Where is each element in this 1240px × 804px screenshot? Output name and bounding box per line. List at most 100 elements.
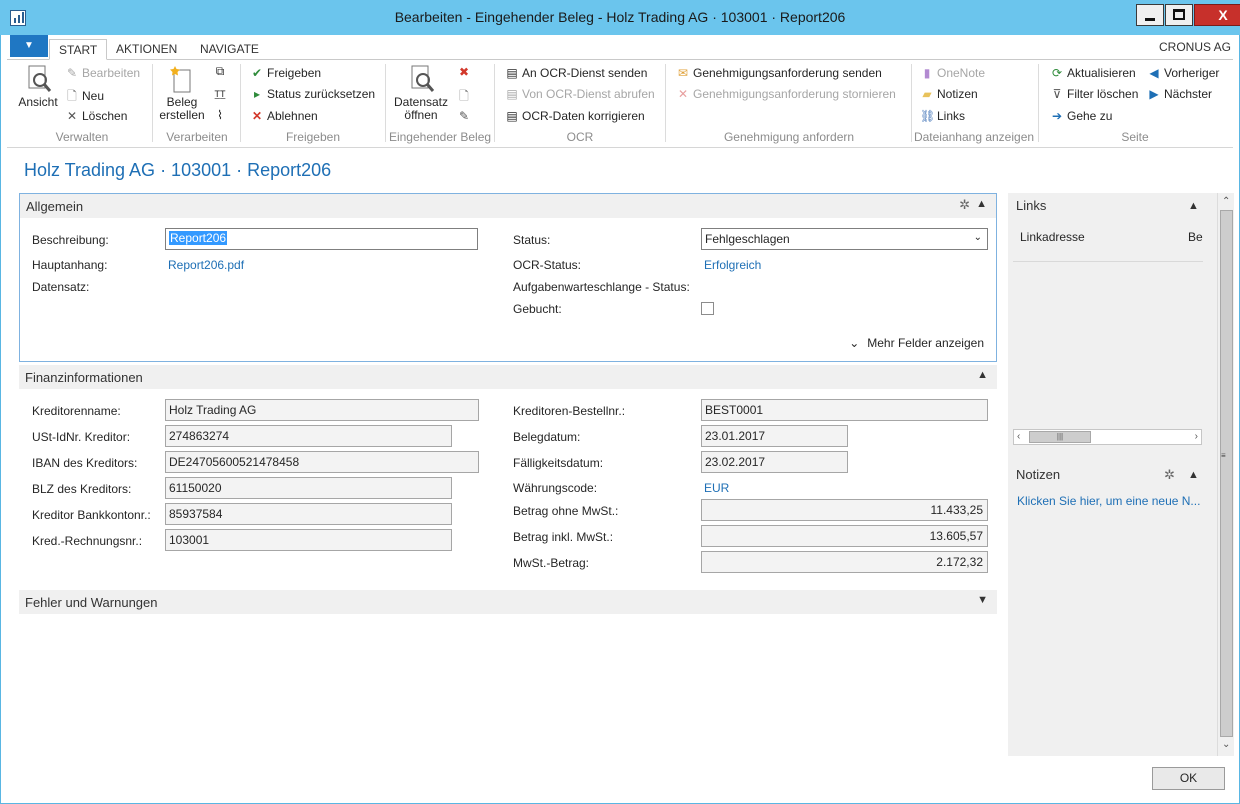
chevron-right-icon[interactable]: ›	[1195, 431, 1198, 442]
ocr-status-value[interactable]: Erfolgreich	[704, 258, 761, 272]
minimize-button[interactable]	[1136, 4, 1164, 26]
new-record-button[interactable]: 🗋	[457, 87, 474, 108]
rechnungsnr-field[interactable]: 103001	[165, 529, 452, 551]
group-label-genehmigung: Genehmigung anfordern	[723, 130, 855, 144]
close-button[interactable]: X	[1194, 4, 1240, 26]
ok-button[interactable]: OK	[1152, 767, 1225, 790]
mwst-betrag-field[interactable]: 2.172,32	[701, 551, 988, 573]
notizen-factbox-header[interactable]: Notizen	[1016, 467, 1060, 482]
checkmark-icon: ✔	[251, 66, 263, 80]
waehrungscode-value[interactable]: EUR	[704, 481, 729, 495]
filter-loeschen-button[interactable]: ⊽ Filter löschen	[1050, 87, 1139, 101]
gebucht-checkbox[interactable]	[701, 302, 714, 315]
window-title: Bearbeiten - Eingehender Beleg - Holz Tr…	[394, 9, 846, 25]
chevron-up-icon[interactable]: ▲	[976, 198, 987, 210]
chevron-down-icon[interactable]: ▼	[977, 594, 988, 606]
kreditorenname-field[interactable]: Holz Trading AG	[165, 399, 479, 421]
neu-button[interactable]: 🗋 Neu	[65, 87, 104, 108]
group-label-verwalten: Verwalten	[55, 130, 109, 144]
von-ocr-abrufen-button[interactable]: ▤ Von OCR-Dienst abrufen	[505, 87, 654, 101]
loeschen-button[interactable]: ✕ Löschen	[65, 109, 127, 123]
chevron-up-icon[interactable]: ▲	[1188, 469, 1199, 481]
status-select[interactable]: Fehlgeschlagen ⌄	[701, 228, 988, 250]
ansicht-button[interactable]: Ansicht	[15, 64, 61, 109]
links-button[interactable]: ⛓ Links	[920, 109, 965, 123]
map-icon-button[interactable]: ⧉	[213, 64, 230, 79]
gear-icon[interactable]: ✲	[959, 197, 970, 213]
status-label: Status:	[513, 233, 551, 247]
minimize-icon	[1145, 18, 1155, 21]
vorheriger-button[interactable]: ◀ Vorheriger	[1147, 66, 1219, 80]
vertical-scrollbar[interactable]: ⌃ ≡ ⌄	[1217, 193, 1234, 756]
belegdatum-field[interactable]: 23.01.2017	[701, 425, 848, 447]
genehmigung-stornieren-button[interactable]: ✕ Genehmigungsanforderung stornieren	[676, 87, 896, 101]
neue-notiz-link[interactable]: Klicken Sie hier, um eine neue N...	[1017, 494, 1200, 508]
beschreibung-input[interactable]: Report206	[165, 228, 478, 250]
group-label-dateianhang: Dateianhang anzeigen	[913, 130, 1035, 144]
freigeben-button[interactable]: ✔ Freigeben	[250, 66, 321, 80]
ocr-korrigieren-button[interactable]: ▤ OCR-Daten korrigieren	[505, 109, 644, 123]
edit-record-button[interactable]: ✎	[457, 109, 474, 123]
scrollbar-thumb[interactable]: |||	[1029, 431, 1091, 443]
company-name[interactable]: CRONUS AG	[1159, 40, 1231, 54]
links-horizontal-scrollbar[interactable]: ‹ ||| ›	[1013, 429, 1202, 445]
tab-aktionen[interactable]: AKTIONEN	[107, 39, 186, 60]
finanzinformationen-header[interactable]: Finanzinformationen ▲	[19, 365, 997, 389]
an-ocr-senden-button[interactable]: ▤ An OCR-Dienst senden	[505, 66, 647, 80]
links-column-header-2[interactable]: Be	[1188, 230, 1203, 244]
mehr-felder-button[interactable]: ⌄ Mehr Felder anzeigen	[849, 336, 984, 350]
delete-icon: ✕	[66, 109, 78, 123]
tab-navigate[interactable]: NAVIGATE	[191, 39, 268, 60]
ribbon-separator	[911, 64, 912, 142]
bearbeiten-button[interactable]: ✎ Bearbeiten	[65, 66, 140, 80]
onenote-button[interactable]: ▮ OneNote	[920, 66, 985, 80]
links-factbox-header[interactable]: Links	[1016, 198, 1046, 213]
ablehnen-button[interactable]: ✕ Ablehnen	[250, 109, 318, 123]
gear-icon[interactable]: ✲	[1164, 467, 1175, 483]
ustid-field[interactable]: 274863274	[165, 425, 452, 447]
hauptanhang-link[interactable]: Report206.pdf	[168, 258, 244, 272]
naechster-button[interactable]: ▶ Nächster	[1147, 87, 1212, 101]
paperclip-icon: ⌇	[217, 108, 223, 122]
attach-button[interactable]: ⌇	[213, 108, 230, 122]
ocr-status-label: OCR-Status:	[513, 258, 582, 272]
allgemein-header[interactable]: Allgemein ✲ ▲	[20, 194, 996, 218]
blz-field[interactable]: 61150020	[165, 477, 452, 499]
chevron-left-icon[interactable]: ‹	[1017, 431, 1020, 442]
ttt-icon-button[interactable]: T̲T̲	[213, 86, 230, 100]
fehler-warnungen-header[interactable]: Fehler und Warnungen ▼	[19, 590, 997, 614]
iban-field[interactable]: DE24705600521478458	[165, 451, 479, 473]
notes-icon: ▰	[922, 87, 932, 101]
chevron-up-icon[interactable]: ▲	[977, 369, 988, 381]
datensatz-oeffnen-button[interactable]: Datensatz öffnen	[391, 64, 451, 122]
group-label-eingehender-beleg: Eingehender Beleg	[388, 130, 492, 144]
scrollbar-thumb[interactable]	[1220, 210, 1233, 737]
chevron-down-icon[interactable]: ⌄	[1222, 739, 1230, 750]
tab-start[interactable]: START	[49, 39, 108, 60]
genehmigung-senden-button[interactable]: ✉ Genehmigungsanforderung senden	[676, 66, 882, 80]
aufgaben-status-label: Aufgabenwarteschlange - Status:	[513, 280, 690, 294]
notizen-button[interactable]: ▰ Notizen	[920, 87, 977, 101]
betrag-ohne-mwst-field[interactable]: 11.433,25	[701, 499, 988, 521]
ribbon-separator	[240, 64, 241, 142]
remove-record-button[interactable]: ✖	[457, 65, 474, 79]
chevron-up-icon[interactable]: ⌃	[1222, 196, 1230, 207]
beleg-erstellen-button[interactable]: Beleg erstellen	[157, 64, 207, 122]
status-zuruecksetzen-button[interactable]: ▸ Status zurücksetzen	[250, 87, 375, 101]
next-icon: ▶	[1149, 87, 1159, 101]
app-menu-button[interactable]: ▼	[10, 35, 48, 57]
belegdatum-label: Belegdatum:	[513, 430, 581, 444]
clear-filter-icon: ⊽	[1052, 87, 1062, 101]
datensatz-label: Datensatz:	[32, 280, 90, 294]
linkadresse-column-header[interactable]: Linkadresse	[1020, 230, 1085, 244]
bankkonto-field[interactable]: 85937584	[165, 503, 452, 525]
faelligkeitsdatum-field[interactable]: 23.02.2017	[701, 451, 848, 473]
chevron-up-icon[interactable]: ▲	[1188, 200, 1199, 212]
bestellnr-field[interactable]: BEST0001	[701, 399, 988, 421]
beschreibung-label: Beschreibung:	[32, 233, 109, 247]
betrag-inkl-mwst-field[interactable]: 13.605,57	[701, 525, 988, 547]
ribbon-separator	[494, 64, 495, 142]
gehe-zu-button[interactable]: ➔ Gehe zu	[1050, 109, 1112, 123]
maximize-button[interactable]	[1165, 4, 1193, 26]
aktualisieren-button[interactable]: ⟳ Aktualisieren	[1050, 66, 1136, 80]
